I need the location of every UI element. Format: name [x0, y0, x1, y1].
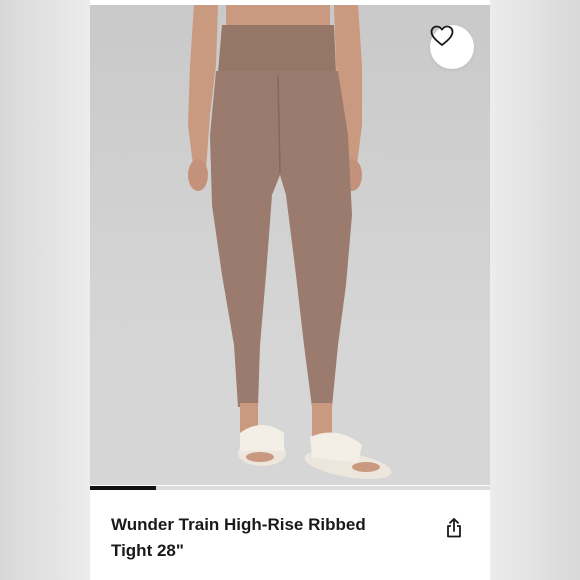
heart-outline-icon — [430, 25, 454, 46]
product-card: Wunder Train High-Rise Ribbed Tight 28" — [90, 0, 490, 580]
background-right — [490, 0, 580, 580]
share-button[interactable] — [442, 516, 466, 540]
share-icon — [447, 518, 461, 538]
background-left — [0, 0, 90, 580]
product-info: Wunder Train High-Rise Ribbed Tight 28" — [90, 490, 490, 580]
product-image[interactable] — [90, 5, 490, 485]
favorite-button[interactable] — [430, 25, 474, 69]
product-title: Wunder Train High-Rise Ribbed Tight 28" — [111, 515, 366, 560]
